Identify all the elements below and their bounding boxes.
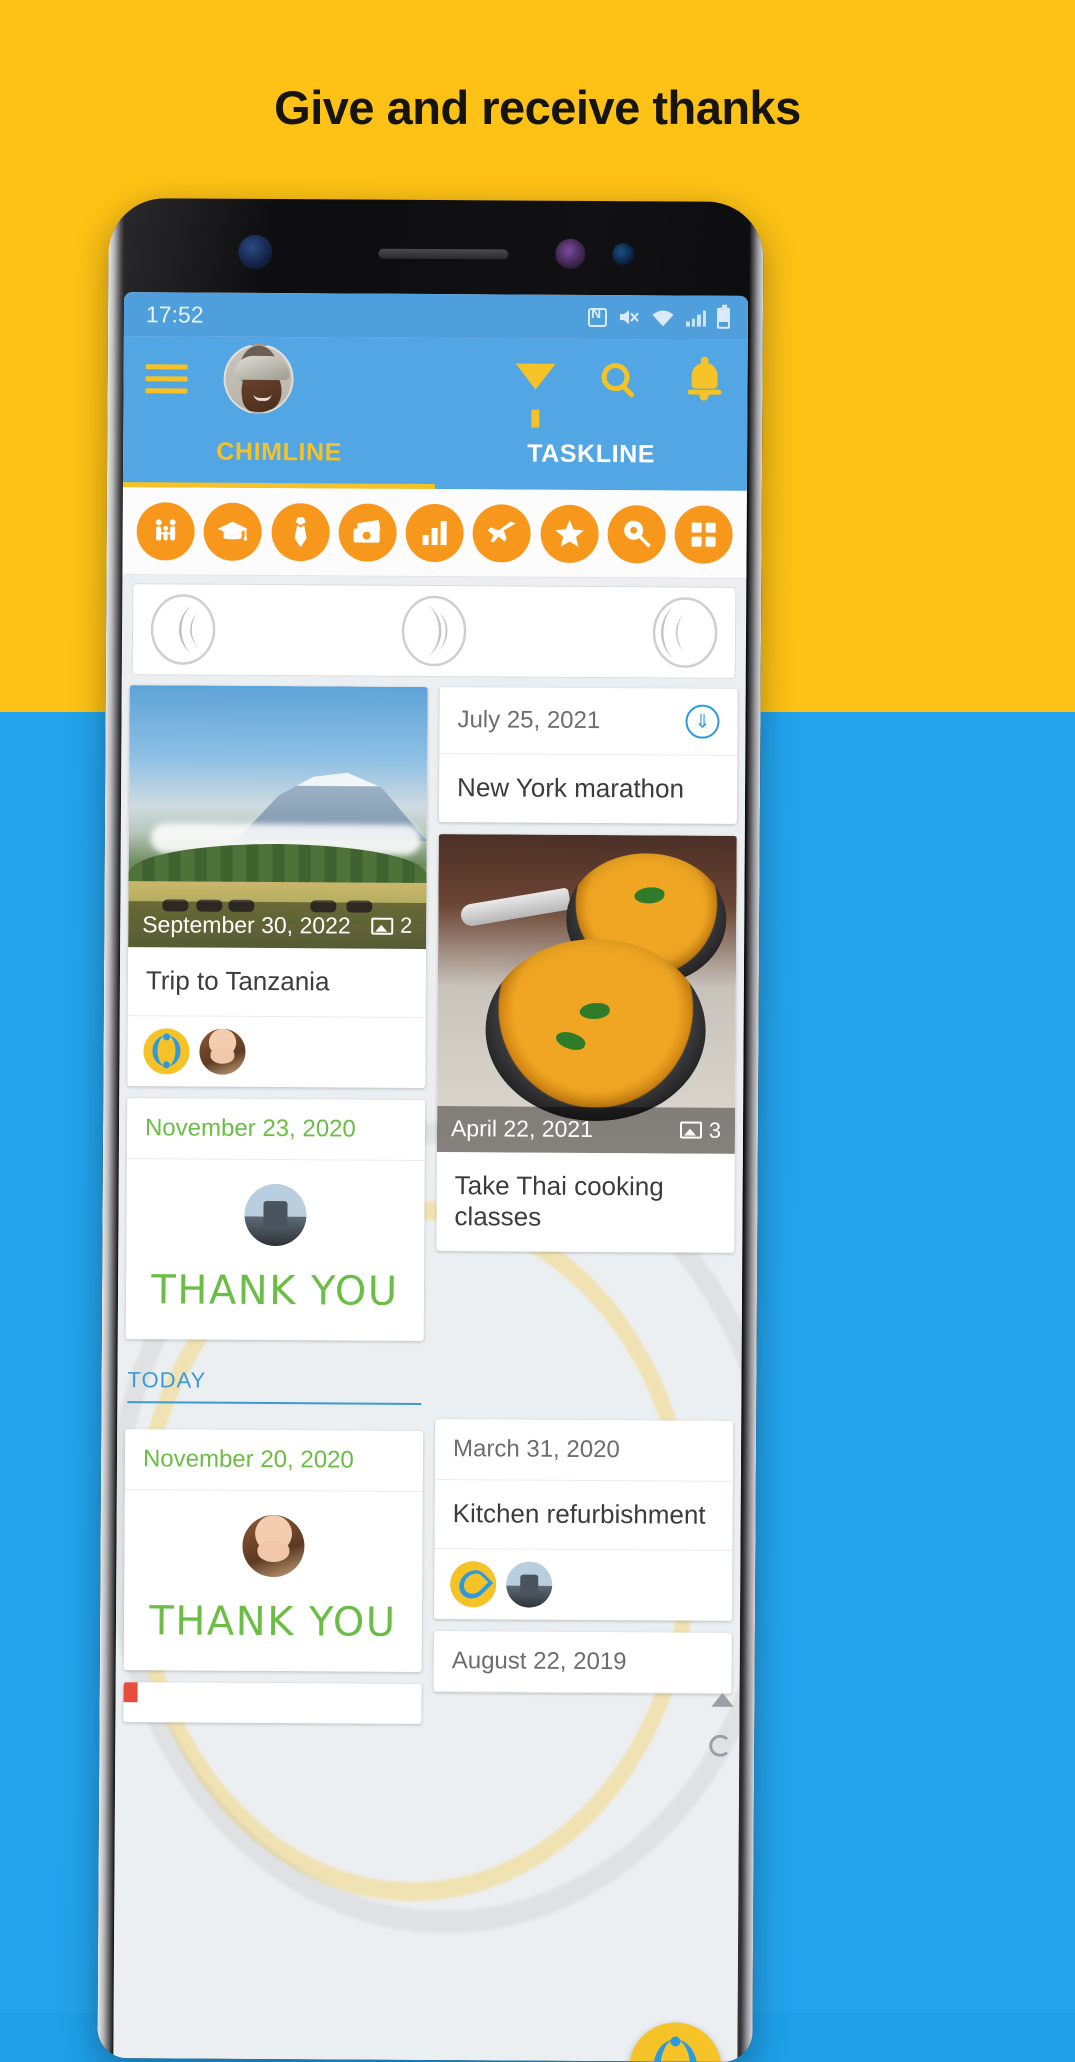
woman-avatar[interactable] [199,1028,246,1075]
card-participants [127,1014,426,1088]
compose-chim-button[interactable] [628,2022,722,2062]
city-avatar[interactable] [244,1183,307,1246]
promo-headline: Give and receive thanks [274,81,801,134]
scroll-up-icon[interactable] [711,1692,734,1707]
card-date: August 22, 2019 [433,1630,732,1694]
woman-avatar[interactable] [242,1514,305,1577]
card-title: Kitchen refurbishment [452,1498,706,1530]
earpiece-speaker [378,248,509,260]
thank-you-body: THANK YOU [124,1490,423,1672]
card-title: Trip to Tanzania [145,965,330,997]
filter-icon[interactable] [515,360,556,402]
front-camera-icon [238,234,273,270]
app-bar: CHIMLINE TASKLINE [122,336,748,491]
list-item[interactable]: April 22, 2021 3 Take Thai cooking class… [436,833,737,1254]
tab-taskline[interactable]: TASKLINE [435,422,747,486]
kilimanjaro-savanna-photo[interactable]: September 30, 2022 2 [128,685,428,949]
list-item-partial[interactable] [123,1681,422,1724]
phase-waxing-icon[interactable] [649,596,721,668]
app-bar-actions [515,360,723,403]
card-date: November 20, 2020 [124,1428,424,1492]
nfc-icon [587,307,608,327]
today-separator: TODAY [127,1366,422,1405]
thank-you-body: THANK YOU [126,1159,425,1341]
card-participants [434,1547,733,1621]
signal-icon [685,309,707,327]
family-icon[interactable] [136,501,195,561]
status-bar-icons [587,306,731,329]
card-date: April 22, 2021 [450,1115,594,1143]
photo-count: 2 [370,913,412,939]
card-title: Take Thai cooking classes [454,1169,664,1233]
balloon-icon[interactable] [607,504,666,563]
list-item[interactable]: September 30, 2022 2 Trip to Tanzania [127,685,428,1088]
airplane-icon[interactable] [472,503,532,563]
battery-icon [716,307,731,329]
feed-right-column: July 25, 2021 ⇓ New York marathon April … [433,687,738,1726]
thai-soup-bowls-photo[interactable]: April 22, 2021 3 [436,833,737,1154]
graduation-cap-icon[interactable] [203,502,263,561]
money-icon[interactable] [338,502,397,562]
list-item[interactable]: November 20, 2020 THANK YOU [123,1428,424,1672]
card-date: March 31, 2020 [434,1419,734,1483]
feed-left-column: September 30, 2022 2 Trip to Tanzania No… [123,685,428,1724]
feed-container[interactable]: September 30, 2022 2 Trip to Tanzania No… [113,675,746,2062]
user-avatar[interactable] [223,343,294,415]
thank-you-message: THANK YOU [149,1598,397,1646]
list-item[interactable]: July 25, 2021 ⇓ New York marathon [438,687,738,824]
priority-marker [123,1681,138,1702]
star-icon[interactable] [539,504,599,563]
phone-device-frame: 17:52 N CHIMLINE TASKLINE September 30, … [97,198,764,2062]
notifications-bell-icon[interactable] [683,361,723,403]
status-bar-time: 17:52 [145,300,204,328]
city-avatar[interactable] [506,1561,553,1608]
photo-count: 3 [679,1117,721,1143]
tab-chimline[interactable]: CHIMLINE [123,420,435,484]
gallery-icon [370,917,394,935]
photo-caption: April 22, 2021 3 [436,1105,736,1154]
list-item[interactable]: November 23, 2020 THANK YOU [125,1097,426,1341]
bar-chart-icon[interactable] [405,503,464,562]
refresh-icon[interactable] [709,1734,732,1757]
card-date-row: July 25, 2021 ⇓ [439,687,738,756]
chim-logo-avatar[interactable] [143,1027,190,1075]
hands-heart-avatar[interactable] [450,1561,497,1608]
phase-waning-icon[interactable] [147,593,219,665]
photo-caption: September 30, 2022 2 [128,901,427,949]
phase-crescent-icon[interactable] [398,595,470,667]
necktie-icon[interactable] [270,502,330,561]
phone-screen: 17:52 N CHIMLINE TASKLINE September 30, … [113,292,749,2062]
card-date: November 23, 2020 [126,1097,426,1161]
grid-icon[interactable] [674,504,733,564]
category-filter-strip [122,487,747,579]
card-date: September 30, 2022 [142,910,351,939]
iris-scanner-icon [555,238,586,269]
card-date: July 25, 2021 [457,706,601,735]
today-label: TODAY [127,1366,207,1393]
wifi-icon [651,308,675,327]
gallery-icon [679,1121,702,1139]
tab-bar: CHIMLINE TASKLINE [123,420,747,486]
thank-you-message: THANK YOU [151,1267,399,1315]
card-title: New York marathon [457,772,685,804]
double-chevron-down-icon[interactable]: ⇓ [685,704,720,739]
search-icon[interactable] [599,360,639,402]
phone-top-bezel [108,198,764,296]
hamburger-menu-icon[interactable] [145,363,188,394]
mute-icon [618,307,640,327]
list-item[interactable]: March 31, 2020 Kitchen refurbishment [434,1419,734,1621]
status-bar: 17:52 [123,292,749,340]
chim-phase-strip [131,583,737,679]
proximity-sensor-icon [612,243,635,266]
list-item[interactable]: August 22, 2019 [433,1630,732,1694]
